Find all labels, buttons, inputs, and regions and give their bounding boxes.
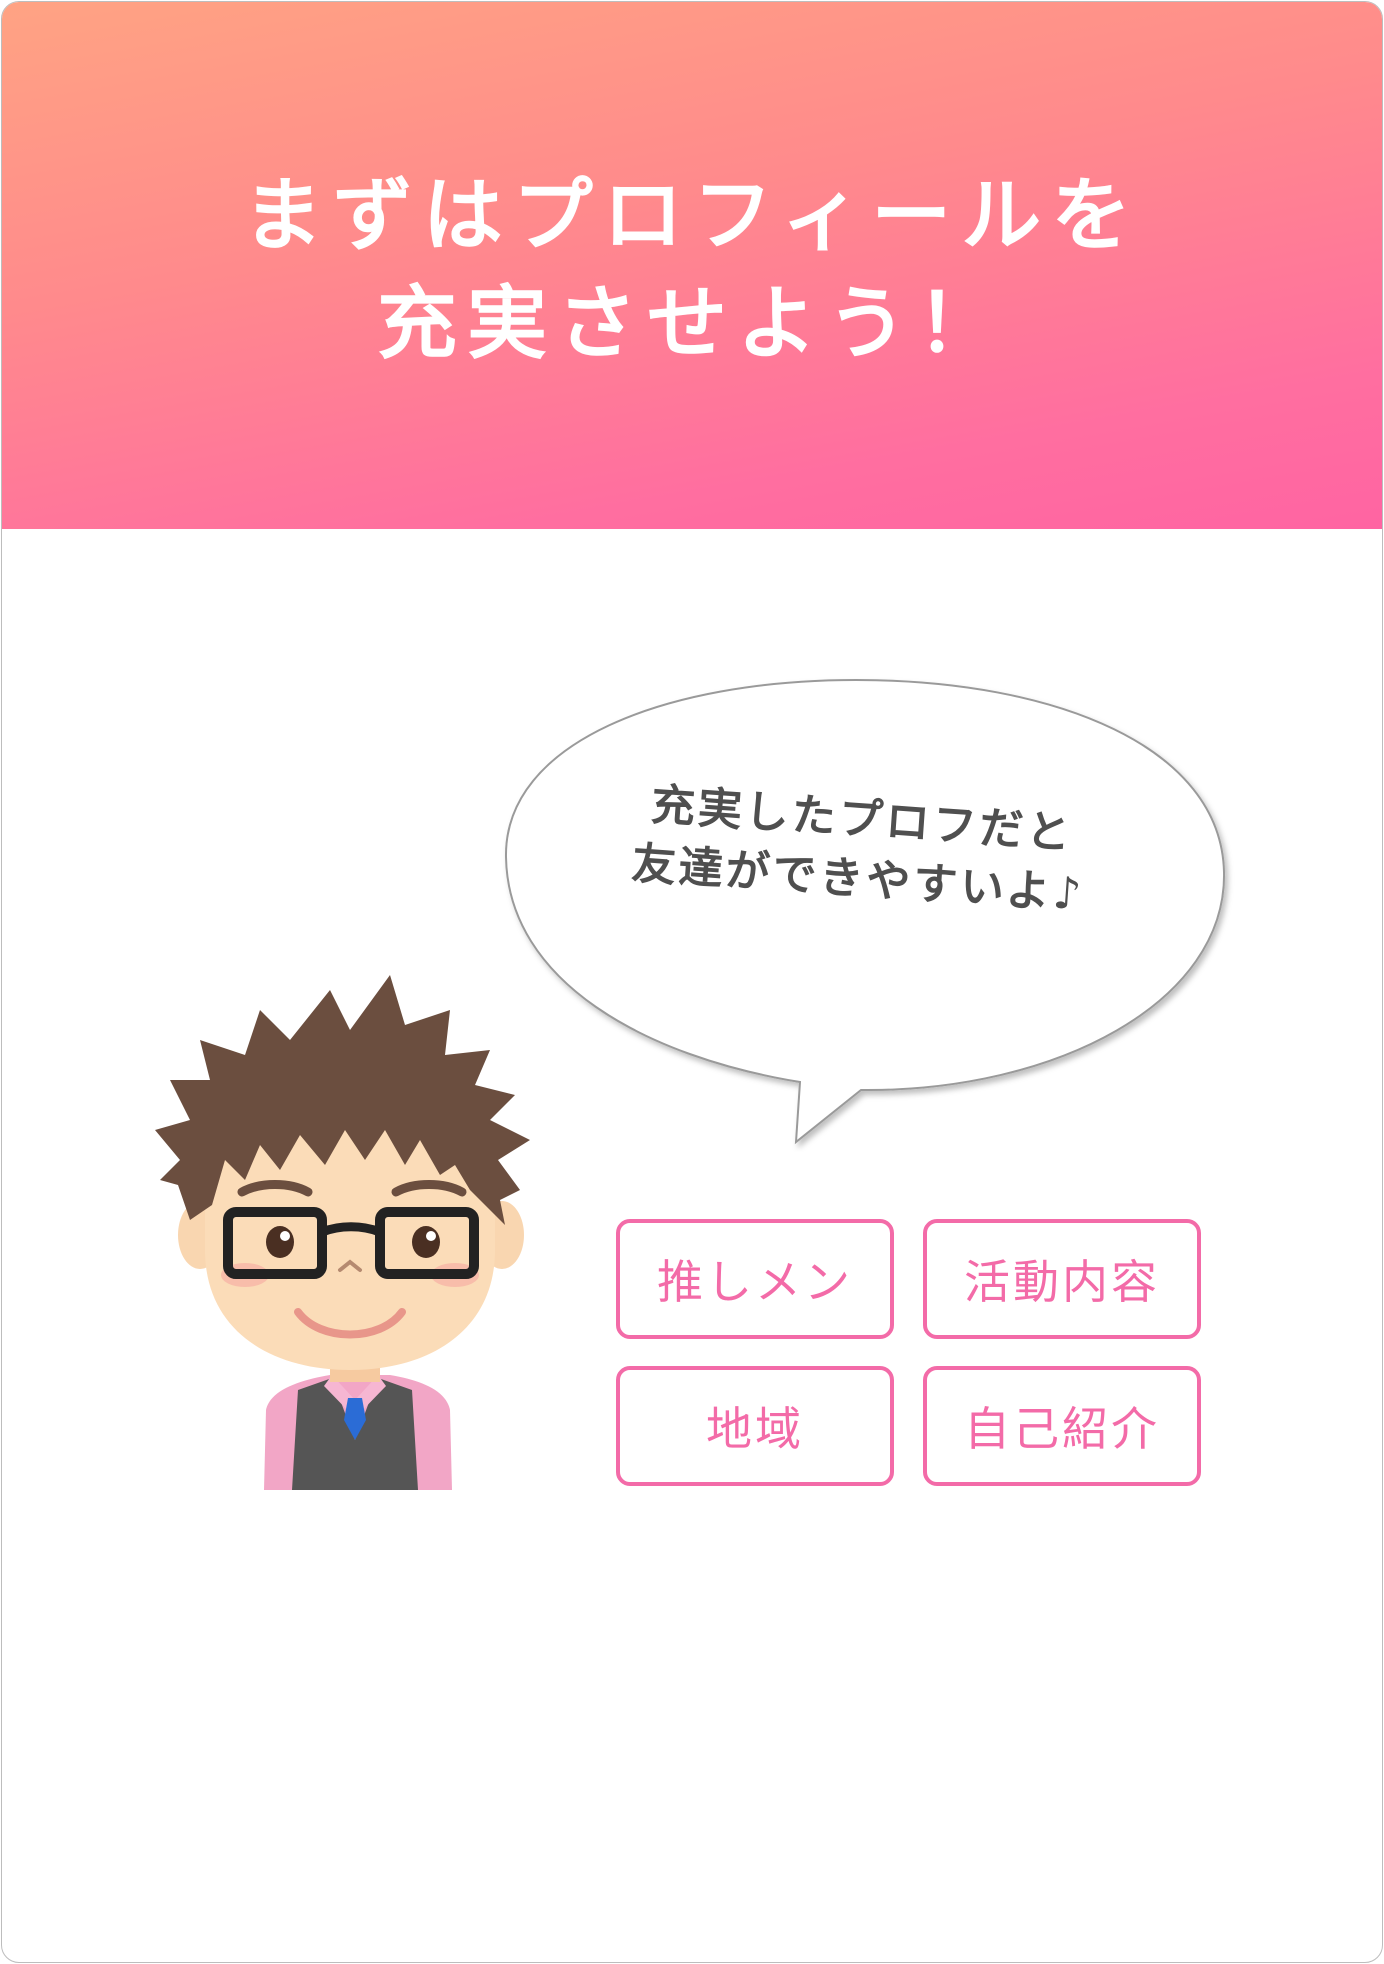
page-title: まずはプロフィールを 充実させよう！	[2, 162, 1382, 378]
title-line-1: まずはプロフィールを	[242, 169, 1142, 262]
tag-region-label: 地域	[706, 1402, 804, 1456]
header-banner: まずはプロフィールを 充実させよう！	[2, 2, 1382, 529]
tag-oshimen[interactable]: 推しメン	[616, 1219, 894, 1339]
tag-self-intro-label: 自己紹介	[964, 1402, 1160, 1456]
avatar-illustration	[155, 975, 530, 1490]
tag-activity-label: 活動内容	[964, 1255, 1160, 1309]
title-line-2: 充実させよう！	[377, 277, 1007, 370]
tag-oshimen-label: 推しメン	[657, 1255, 853, 1309]
tag-region[interactable]: 地域	[616, 1366, 894, 1486]
tag-activity[interactable]: 活動内容	[923, 1219, 1201, 1339]
tag-self-intro[interactable]: 自己紹介	[923, 1366, 1201, 1486]
